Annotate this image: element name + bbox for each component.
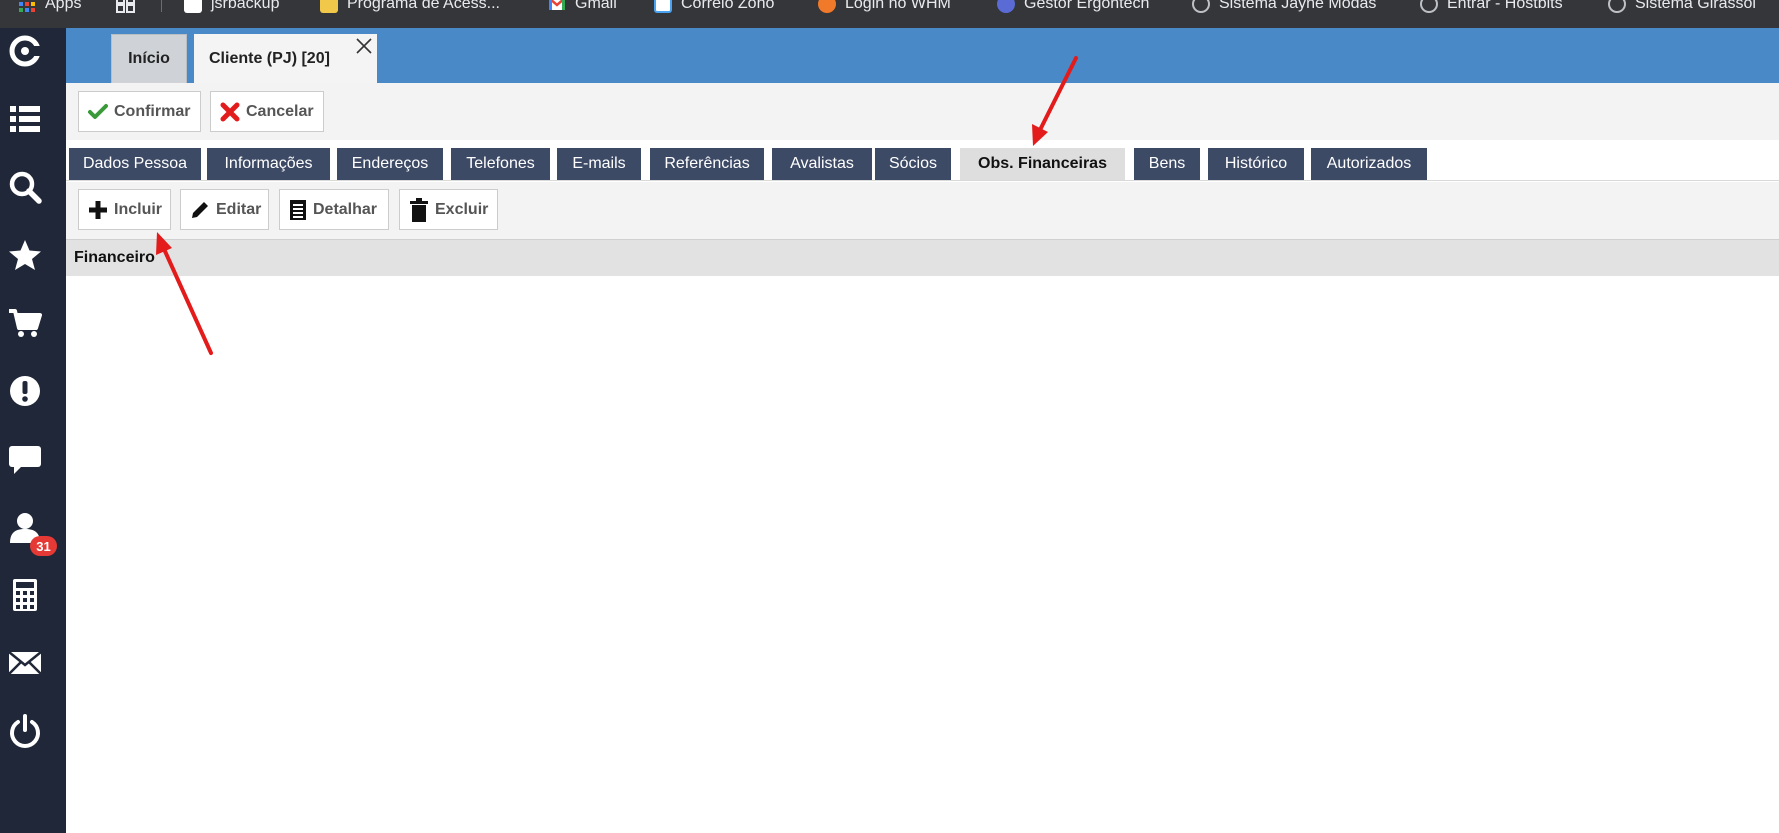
- delete-button[interactable]: Excluir: [399, 189, 498, 230]
- record-toolbar: Incluir Editar Detalhar Excluir: [66, 182, 1779, 239]
- section-title: Financeiro: [74, 249, 155, 266]
- bookmark-label: Programa de Acess...: [347, 0, 500, 12]
- tab-enderecos[interactable]: Endereços: [337, 148, 443, 180]
- tab-cliente[interactable]: Cliente (PJ) [20]: [194, 34, 377, 83]
- tab-informacoes[interactable]: Informações: [207, 148, 330, 180]
- bookmark-girassol[interactable]: Sistema Girassol: [1608, 0, 1756, 16]
- tab-autorizados[interactable]: Autorizados: [1311, 148, 1427, 180]
- bookmark-label: Gestor Ergontech: [1024, 0, 1150, 12]
- bookmark-apps[interactable]: Apps: [18, 0, 81, 16]
- bookmark-label: Gmail: [575, 0, 617, 12]
- bookmark-zoho[interactable]: Correio Zoho: [654, 0, 774, 16]
- x-icon: [220, 102, 240, 121]
- bookmark-label: Sistema Girassol: [1635, 0, 1756, 12]
- edit-button[interactable]: Editar: [180, 189, 269, 230]
- bookmark-programa[interactable]: Programa de Acess...: [320, 0, 500, 16]
- tab-avalistas[interactable]: Avalistas: [772, 148, 872, 180]
- tab-cliente-label: Cliente (PJ) [20]: [209, 49, 330, 67]
- confirm-label: Confirmar: [114, 102, 191, 120]
- mail-icon[interactable]: [8, 646, 42, 680]
- bookmarks-bar: Apps jsrbackup Programa de Acess... Gmai…: [0, 0, 1779, 28]
- bookmark-hostbits[interactable]: Entrar - Hostbits: [1420, 0, 1563, 16]
- bookmark-reading-list[interactable]: [116, 0, 135, 16]
- folder-icon: [320, 0, 338, 13]
- bookmark-label: Sistema Jayne Modas: [1219, 0, 1377, 12]
- tab-dados-pessoa[interactable]: Dados Pessoa: [69, 148, 201, 180]
- section-header: Financeiro: [66, 239, 1779, 276]
- bookmark-whm[interactable]: Login no WHM: [818, 0, 951, 16]
- confirm-button[interactable]: Confirmar: [78, 91, 201, 132]
- star-icon[interactable]: [8, 238, 42, 272]
- close-tab-icon[interactable]: [355, 37, 373, 55]
- bookmark-jsrbackup[interactable]: jsrbackup: [184, 0, 279, 16]
- sidebar-nav: 31: [0, 28, 66, 833]
- list-icon[interactable]: [8, 102, 42, 136]
- bookmark-separator: [161, 0, 162, 12]
- plus-icon: [89, 200, 107, 219]
- detail-label: Detalhar: [313, 200, 378, 218]
- bookmark-label: Entrar - Hostbits: [1447, 0, 1563, 12]
- notification-badge: 31: [30, 536, 57, 556]
- tab-bens[interactable]: Bens: [1134, 148, 1200, 180]
- tab-historico[interactable]: Histórico: [1208, 148, 1304, 180]
- include-button[interactable]: Incluir: [78, 189, 171, 230]
- logo-icon[interactable]: [8, 34, 42, 68]
- bookmark-jayne[interactable]: Sistema Jayne Modas: [1192, 0, 1376, 16]
- trash-icon: [410, 197, 428, 222]
- globe-icon: [1420, 0, 1438, 13]
- cancel-button[interactable]: Cancelar: [210, 91, 324, 132]
- page-icon: [184, 0, 202, 13]
- pencil-icon: [192, 201, 208, 218]
- record-tabs: Dados Pessoa Informações Endereços Telef…: [66, 140, 1779, 181]
- cancel-label: Cancelar: [246, 102, 314, 120]
- tab-socios[interactable]: Sócios: [875, 148, 951, 180]
- delete-label: Excluir: [435, 200, 489, 218]
- check-icon: [88, 103, 108, 119]
- bookmark-gmail[interactable]: Gmail: [548, 0, 617, 16]
- edit-label: Editar: [216, 200, 262, 218]
- globe-icon: [1192, 0, 1210, 13]
- tab-emails[interactable]: E-mails: [557, 148, 641, 180]
- globe-icon: [1608, 0, 1626, 13]
- include-label: Incluir: [114, 200, 163, 218]
- form-toolbar: Confirmar Cancelar: [66, 83, 1779, 140]
- bookmark-label: jsrbackup: [211, 0, 280, 12]
- cart-icon[interactable]: [8, 306, 42, 340]
- zoho-mail-icon: [654, 0, 672, 13]
- search-icon[interactable]: [8, 170, 42, 204]
- detail-button[interactable]: Detalhar: [279, 189, 389, 230]
- tab-referencias[interactable]: Referências: [650, 148, 764, 180]
- bookmark-label: Apps: [45, 0, 82, 12]
- tab-telefones[interactable]: Telefones: [451, 148, 550, 180]
- alert-icon[interactable]: [8, 374, 42, 408]
- whm-icon: [818, 0, 836, 13]
- reading-list-icon: [116, 0, 135, 13]
- bookmark-label: Login no WHM: [845, 0, 951, 12]
- tab-inicio[interactable]: Início: [111, 34, 187, 83]
- globe-icon: [997, 0, 1015, 13]
- bookmark-gestor[interactable]: Gestor Ergontech: [997, 0, 1149, 16]
- apps-grid-icon: [18, 0, 36, 13]
- calculator-icon[interactable]: [8, 578, 42, 612]
- tab-obs-financeiras[interactable]: Obs. Financeiras: [960, 148, 1125, 180]
- bookmark-label: Correio Zoho: [681, 0, 775, 12]
- power-icon[interactable]: [8, 714, 42, 748]
- chat-icon[interactable]: [8, 442, 42, 476]
- document-icon: [290, 199, 306, 220]
- gmail-icon: [548, 0, 566, 13]
